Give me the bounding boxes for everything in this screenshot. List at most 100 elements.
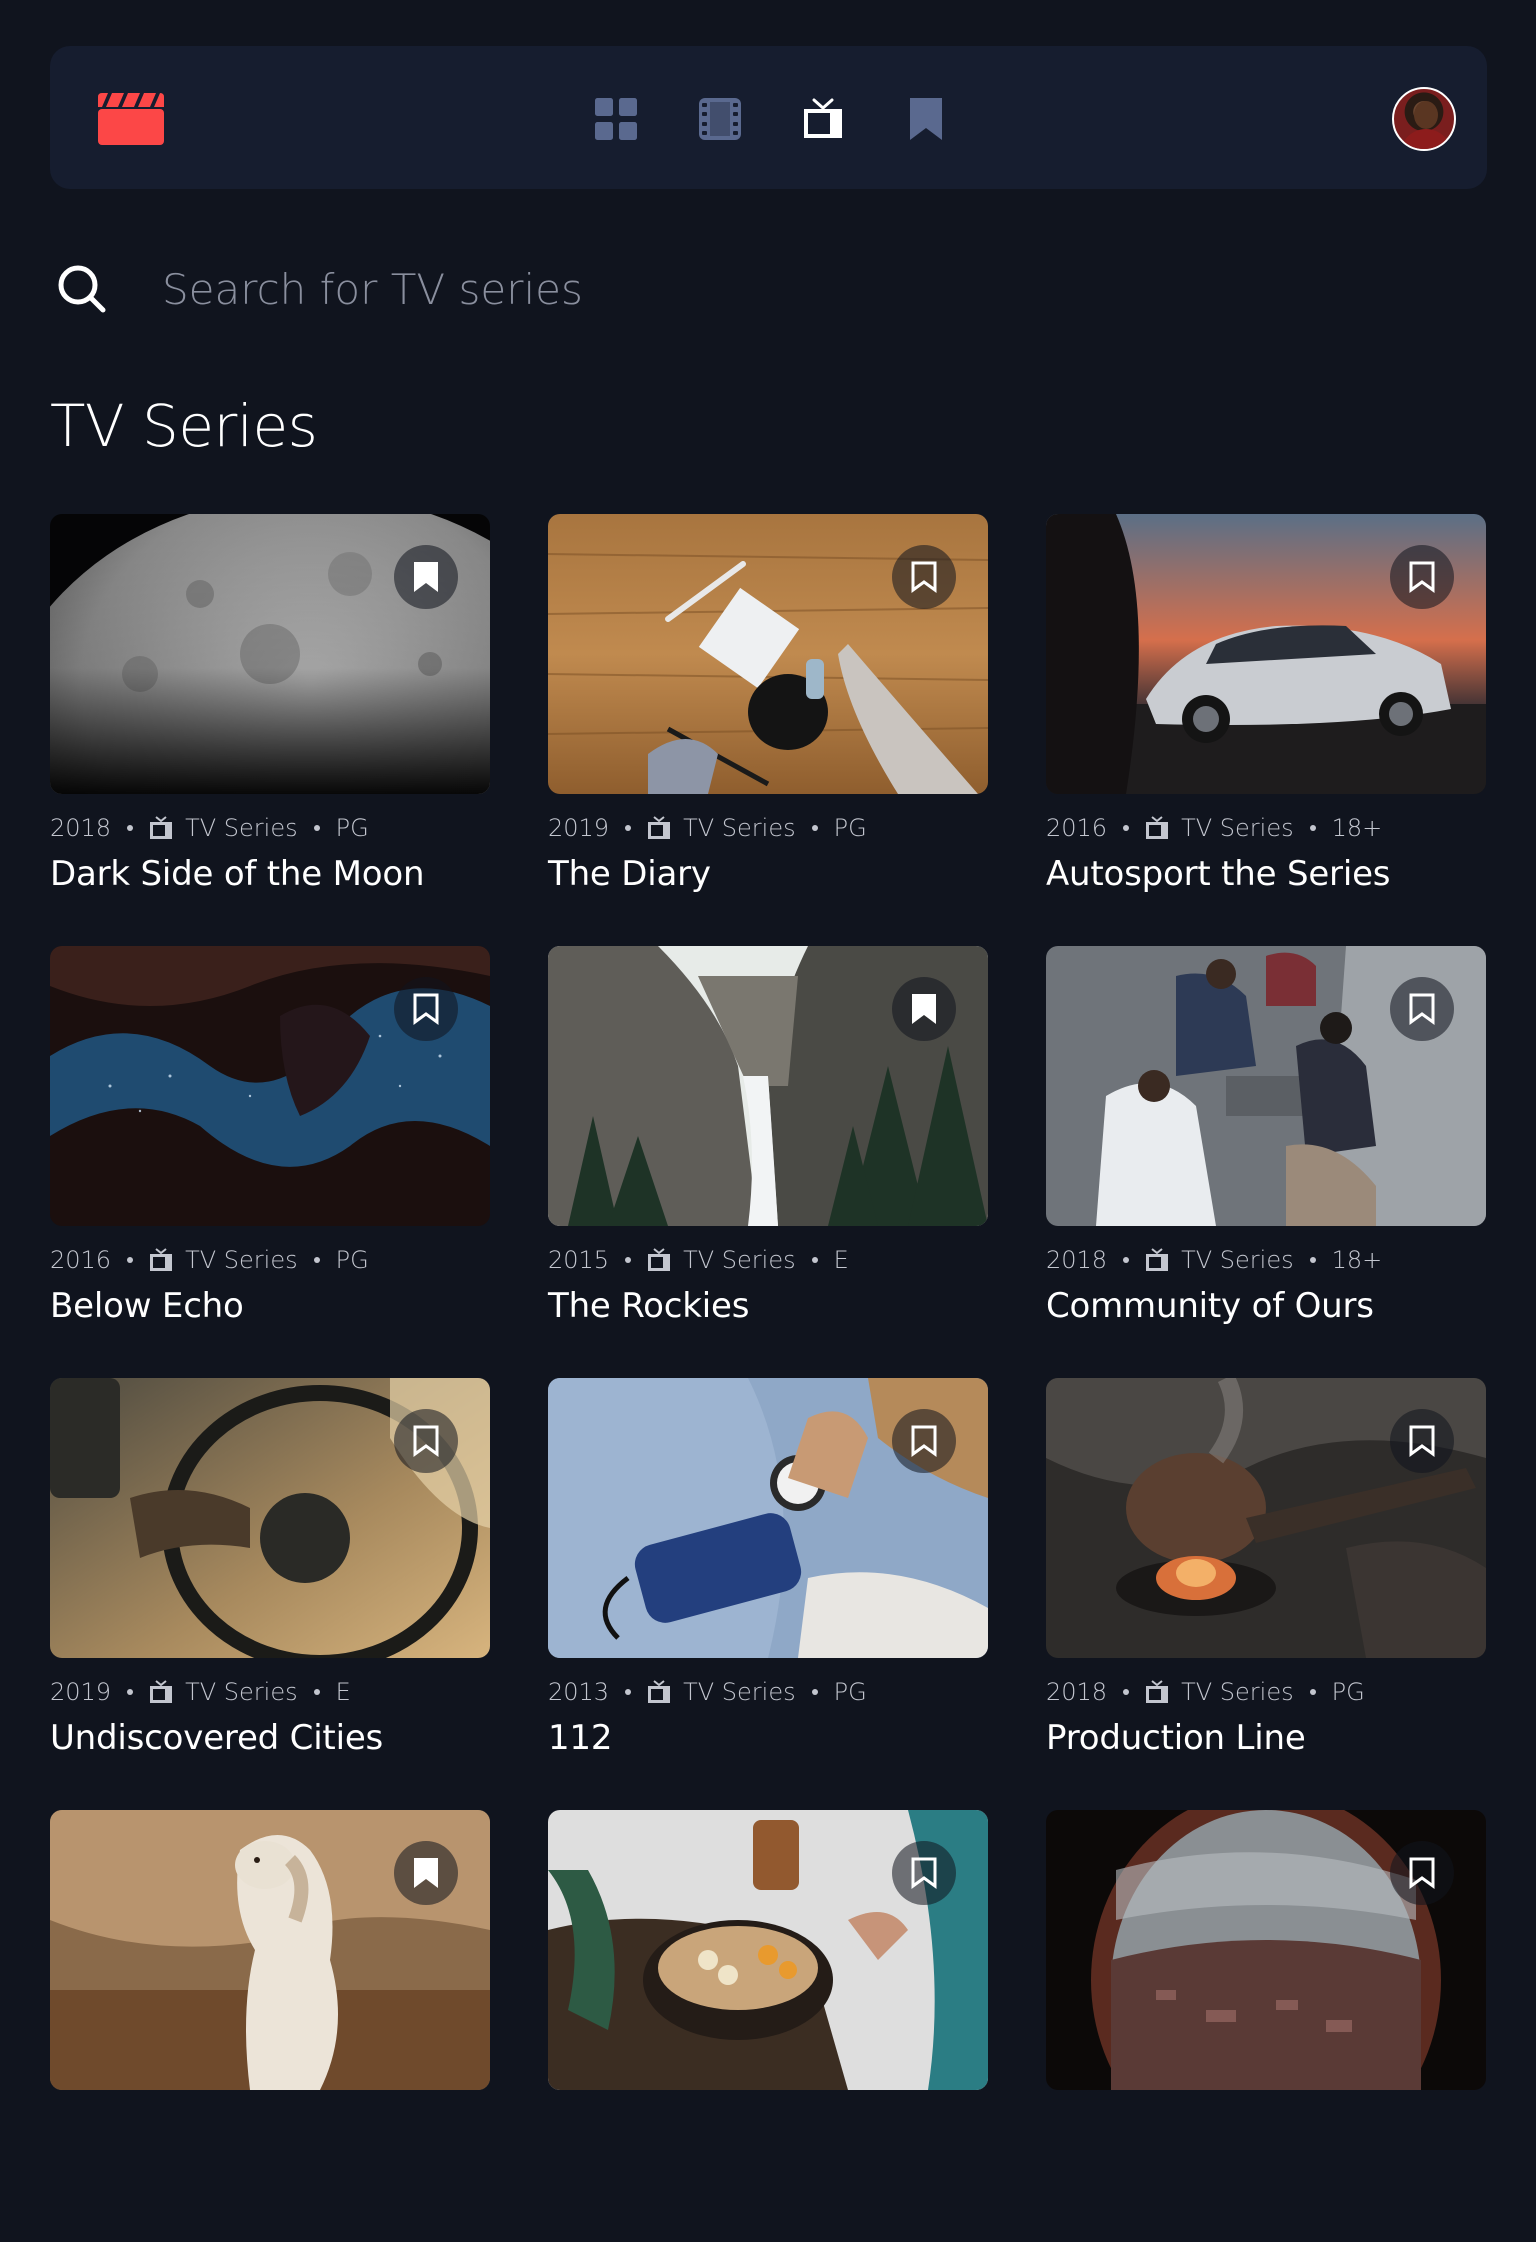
nav-tv-series[interactable]	[802, 98, 844, 140]
bookmark-toggle[interactable]	[1390, 1841, 1454, 1905]
series-thumbnail[interactable]	[1046, 946, 1486, 1226]
separator-dot	[811, 1257, 818, 1263]
series-rating: PG	[1331, 1678, 1365, 1706]
grid-icon	[595, 98, 637, 140]
series-title[interactable]: The Rockies	[548, 1286, 749, 1326]
series-card[interactable]: 2018 TV Series PG Production Line	[1046, 1378, 1486, 1810]
series-title[interactable]: Dark Side of the Moon	[50, 854, 425, 894]
series-title[interactable]: Community of Ours	[1046, 1286, 1374, 1326]
series-card[interactable]: 2018 TV Series PG Dark Side of the Moon	[50, 514, 490, 946]
series-year: 2019	[50, 1678, 112, 1706]
separator-dot	[127, 1689, 134, 1695]
series-card[interactable]: 2018 TV Series 18+ Community of Ours	[1046, 946, 1486, 1378]
tv-icon	[804, 98, 842, 138]
nav-movies[interactable]	[699, 98, 741, 140]
series-thumbnail[interactable]	[1046, 1810, 1486, 2090]
bookmark-filled-icon	[414, 562, 438, 592]
series-thumbnail[interactable]	[1046, 514, 1486, 794]
avatar-face	[1414, 101, 1438, 129]
bookmark-toggle[interactable]	[1390, 977, 1454, 1041]
series-card[interactable]: 2016 TV Series PG Below Echo	[50, 946, 490, 1378]
series-title[interactable]: The Diary	[548, 854, 711, 894]
series-grid: 2018 TV Series PG Dark Side of the Moon	[50, 514, 1487, 2242]
series-category: TV Series	[1181, 814, 1294, 842]
series-category: TV Series	[1181, 1246, 1294, 1274]
series-thumbnail[interactable]	[50, 946, 490, 1226]
bookmark-toggle[interactable]	[394, 1841, 458, 1905]
search-bar	[50, 255, 1487, 325]
series-thumbnail[interactable]	[548, 514, 988, 794]
series-category: TV Series	[185, 1246, 298, 1274]
nav-home[interactable]	[595, 98, 637, 140]
series-thumbnail[interactable]	[50, 1378, 490, 1658]
series-year: 2016	[1046, 814, 1108, 842]
series-thumbnail[interactable]	[50, 514, 490, 794]
avatar[interactable]	[1392, 87, 1456, 151]
film-icon	[699, 98, 741, 140]
bookmark-toggle[interactable]	[892, 1409, 956, 1473]
separator-dot	[625, 825, 632, 831]
series-rating: PG	[833, 814, 867, 842]
series-meta: 2018 TV Series PG	[50, 812, 369, 844]
bookmark-toggle[interactable]	[394, 1409, 458, 1473]
series-category: TV Series	[185, 1678, 298, 1706]
series-category: TV Series	[1181, 1678, 1294, 1706]
bookmark-empty-icon	[911, 1425, 937, 1457]
series-title[interactable]: Production Line	[1046, 1718, 1306, 1758]
separator-dot	[1309, 1689, 1316, 1695]
bookmark-empty-icon	[1409, 1857, 1435, 1889]
series-meta: 2018 TV Series 18+	[1046, 1244, 1382, 1276]
avatar-shoulders	[1400, 129, 1452, 149]
series-card[interactable]	[1046, 1810, 1486, 2242]
series-year: 2018	[1046, 1246, 1108, 1274]
series-thumbnail[interactable]	[50, 1810, 490, 2090]
separator-dot	[811, 1689, 818, 1695]
bookmark-toggle[interactable]	[394, 977, 458, 1041]
series-card[interactable]: 2019 TV Series PG The Diary	[548, 514, 988, 946]
series-meta: 2015 TV Series E	[548, 1244, 849, 1276]
bookmark-empty-icon	[413, 993, 439, 1025]
series-card[interactable]: 2013 TV Series PG 112	[548, 1378, 988, 1810]
bookmark-toggle[interactable]	[892, 977, 956, 1041]
tv-category-icon	[1146, 1248, 1169, 1271]
series-meta: 2016 TV Series 18+	[1046, 812, 1382, 844]
series-thumbnail[interactable]	[548, 1378, 988, 1658]
separator-dot	[1123, 825, 1130, 831]
series-thumbnail[interactable]	[548, 1810, 988, 2090]
series-year: 2013	[548, 1678, 610, 1706]
series-thumbnail[interactable]	[548, 946, 988, 1226]
bookmark-empty-icon	[911, 561, 937, 593]
series-meta: 2019 TV Series E	[50, 1676, 351, 1708]
series-title[interactable]: Autosport the Series	[1046, 854, 1391, 894]
tv-category-icon	[648, 816, 671, 839]
bookmark-toggle[interactable]	[892, 1841, 956, 1905]
search-input[interactable]	[162, 259, 1262, 319]
tv-category-icon	[1146, 1680, 1169, 1703]
series-card[interactable]: 2019 TV Series E Undiscovered Cities	[50, 1378, 490, 1810]
series-card[interactable]: 2015 TV Series E The Rockies	[548, 946, 988, 1378]
series-year: 2019	[548, 814, 610, 842]
series-meta: 2013 TV Series PG	[548, 1676, 867, 1708]
series-title[interactable]: Undiscovered Cities	[50, 1718, 383, 1758]
bookmark-empty-icon	[911, 1857, 937, 1889]
search-icon[interactable]	[56, 263, 108, 315]
separator-dot	[127, 1257, 134, 1263]
separator-dot	[313, 1257, 320, 1263]
bookmark-toggle[interactable]	[892, 545, 956, 609]
series-card[interactable]: 2016 TV Series 18+ Autosport the Series	[1046, 514, 1486, 946]
series-meta: 2018 TV Series PG	[1046, 1676, 1365, 1708]
series-card[interactable]	[548, 1810, 988, 2242]
series-year: 2015	[548, 1246, 610, 1274]
bookmark-empty-icon	[1409, 1425, 1435, 1457]
separator-dot	[1123, 1689, 1130, 1695]
series-card[interactable]	[50, 1810, 490, 2242]
tv-category-icon	[648, 1680, 671, 1703]
bookmark-toggle[interactable]	[1390, 545, 1454, 609]
series-thumbnail[interactable]	[1046, 1378, 1486, 1658]
bookmark-toggle[interactable]	[394, 545, 458, 609]
series-title[interactable]: 112	[548, 1718, 612, 1758]
series-title[interactable]: Below Echo	[50, 1286, 244, 1326]
clapperboard-icon[interactable]	[98, 93, 164, 145]
bookmark-toggle[interactable]	[1390, 1409, 1454, 1473]
nav-bookmarks[interactable]	[905, 98, 947, 140]
